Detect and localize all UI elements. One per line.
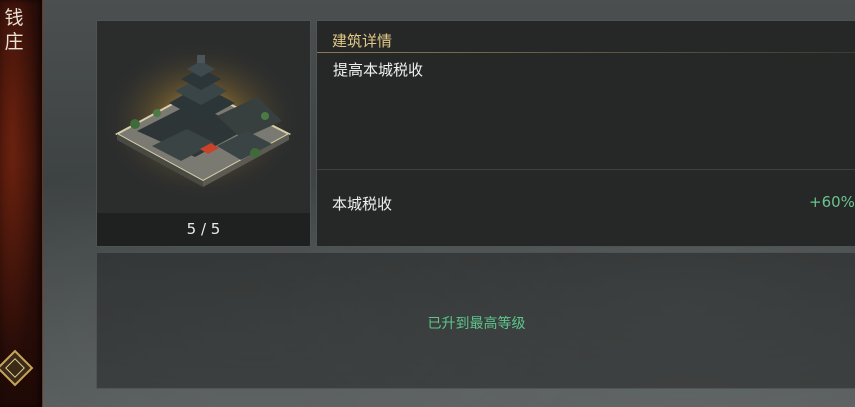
- tax-stat-value: +60%: [809, 193, 855, 211]
- qianzhuang-building-illustration: [97, 21, 310, 213]
- stat-divider: [317, 169, 855, 170]
- building-level: 5 / 5: [97, 213, 310, 246]
- building-name-char-1: 钱: [4, 7, 24, 29]
- seal-emblem-inner: [5, 358, 25, 378]
- building-details-panel: 建筑详情 提高本城税收 本城税收 +60%: [316, 20, 855, 247]
- building-image-panel: 5 / 5: [96, 20, 311, 247]
- building-description: 提高本城税收: [333, 61, 424, 79]
- building-name-char-2: 庄: [4, 31, 24, 53]
- max-level-text: 已升到最高等级: [427, 316, 526, 332]
- seal-emblem-icon[interactable]: [0, 349, 34, 387]
- tax-stat-label: 本城税收: [332, 195, 393, 213]
- details-title: 建筑详情: [332, 32, 393, 50]
- upgrade-status-panel: 已升到最高等级: [96, 252, 855, 389]
- title-divider: [317, 52, 855, 53]
- side-title-strip: 钱 庄: [0, 0, 43, 407]
- building-name-vertical: 钱 庄: [3, 6, 25, 54]
